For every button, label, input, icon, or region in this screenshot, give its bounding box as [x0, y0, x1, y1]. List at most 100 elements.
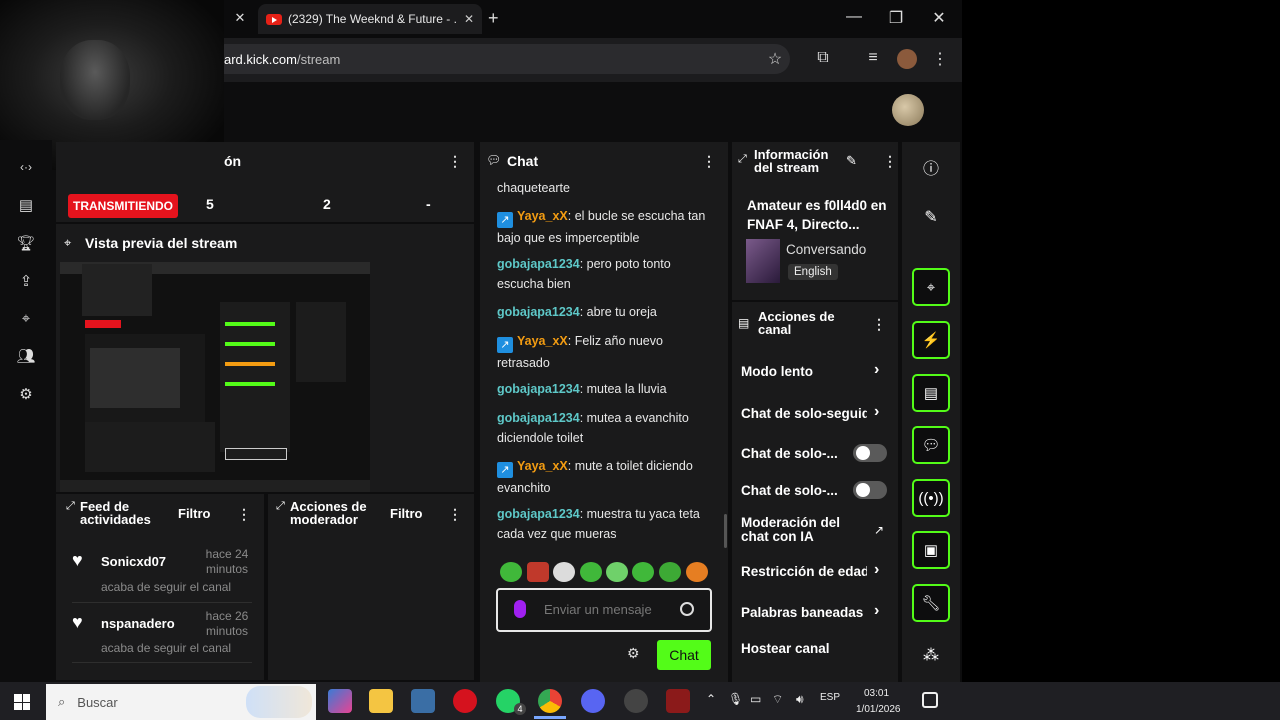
trophy-icon[interactable]: 🏆︎ — [14, 234, 38, 258]
user-avatar[interactable] — [892, 94, 924, 126]
send-chat-button[interactable]: Chat — [657, 640, 711, 670]
info-icon[interactable]: ⓘ — [918, 155, 944, 181]
edit-icon[interactable]: ✎ — [918, 207, 944, 233]
analytics-icon[interactable]: ▤ — [14, 196, 38, 220]
game-icon[interactable] — [666, 689, 690, 713]
quick-actions-icon[interactable]: ⚡ — [912, 321, 950, 359]
chat-username[interactable]: gobajapa1234 — [497, 257, 580, 271]
wifi-icon[interactable]: ⌔ — [772, 692, 783, 707]
mic-tray-icon[interactable]: 🎙︎ — [728, 692, 743, 706]
store-icon[interactable] — [411, 689, 435, 713]
obs-icon[interactable] — [624, 689, 648, 713]
browser-menu-icon[interactable]: ⋮ — [930, 49, 950, 69]
drag-handle-icon[interactable]: ⤢ — [738, 153, 747, 166]
microphone-icon[interactable] — [514, 600, 526, 618]
chat-username[interactable]: gobajapa1234 — [497, 305, 580, 319]
stream-info-menu-icon[interactable]: ⋮ — [883, 153, 897, 170]
upload-icon[interactable]: ⇪ — [14, 272, 38, 296]
mod-menu-icon[interactable]: ⋮ — [448, 506, 462, 523]
emote[interactable] — [580, 562, 602, 582]
tools-icon[interactable]: 🔧︎ — [912, 584, 950, 622]
clock-time[interactable]: 03:01 — [864, 688, 889, 699]
subs-only-toggle[interactable] — [853, 444, 887, 462]
mod-filter-button[interactable]: Filtro — [390, 506, 423, 521]
bookmark-star-icon[interactable]: ☆ — [765, 49, 785, 69]
close-tab-icon[interactable]: ✕ — [464, 12, 474, 26]
settings-icon[interactable]: ⚙ — [14, 385, 38, 409]
chat-scrollbar[interactable] — [724, 514, 727, 548]
followers-only-row[interactable]: Chat de solo-seguid — [741, 406, 867, 421]
emote[interactable] — [686, 562, 708, 582]
emote[interactable] — [659, 562, 681, 582]
drag-handle-icon[interactable]: ⤢ — [66, 500, 75, 513]
more-widgets-icon[interactable]: ⁂ — [918, 645, 944, 671]
stream-icon[interactable]: ⌖ — [14, 310, 38, 334]
age-restriction-row[interactable]: Restricción de edad — [741, 564, 867, 579]
external-link-icon[interactable]: ↗ — [874, 523, 884, 537]
activity-menu-icon[interactable]: ⋮ — [237, 506, 251, 523]
emote[interactable] — [632, 562, 654, 582]
stream-preview[interactable] — [60, 262, 370, 492]
edit-icon[interactable]: ✎ — [846, 153, 857, 169]
notes-icon[interactable]: ▤ — [912, 374, 950, 412]
clock-date[interactable]: 1/01/2026 — [856, 704, 901, 715]
input-language[interactable]: ESP — [820, 692, 840, 703]
broadcast-icon[interactable]: ((•)) — [912, 479, 950, 517]
windows-start-icon[interactable] — [14, 694, 30, 710]
feed-user[interactable]: nspanadero — [101, 616, 175, 631]
restore-icon[interactable]: ❐ — [886, 8, 906, 28]
back-icon[interactable]: ‹·› — [14, 160, 38, 184]
stream-preview-toggle-icon[interactable]: ⌖ — [912, 268, 950, 306]
emote-only-toggle[interactable] — [853, 481, 887, 499]
emote[interactable] — [500, 562, 522, 582]
emote[interactable] — [527, 562, 549, 582]
extensions-icon[interactable]: ⧉ — [813, 49, 833, 69]
emote[interactable] — [553, 562, 575, 582]
host-channel-row[interactable]: Hostear canal — [741, 641, 891, 656]
chat-menu-icon[interactable]: ⋮ — [702, 153, 716, 170]
community-icon[interactable]: 👥︎ — [14, 347, 38, 371]
slow-mode-row[interactable]: Modo lento — [741, 364, 891, 379]
close-tab-icon[interactable]: ✕ — [232, 10, 248, 26]
channel-actions-menu-icon[interactable]: ⋮ — [872, 316, 886, 333]
emote[interactable] — [606, 562, 628, 582]
url-field[interactable]: ard.kick.com/stream — [210, 44, 790, 74]
chevron-right-icon[interactable]: › — [874, 403, 879, 421]
chat-username[interactable]: gobajapa1234 — [497, 382, 580, 396]
tray-app-icon[interactable]: ▭ — [750, 692, 761, 706]
chevron-right-icon[interactable]: › — [874, 561, 879, 579]
banned-words-row[interactable]: Palabras baneadas — [741, 605, 891, 620]
media-queue-icon[interactable]: ≡ — [863, 49, 883, 69]
chat-username[interactable]: Yaya_xX — [517, 334, 568, 348]
category-name[interactable]: Conversando — [786, 242, 866, 257]
chrome-icon[interactable] — [538, 689, 562, 713]
emoji-icon[interactable] — [680, 602, 694, 616]
chat-username[interactable]: Yaya_xX — [517, 459, 568, 473]
drag-handle-icon[interactable]: ⤢ — [276, 500, 285, 513]
copilot-icon[interactable] — [328, 689, 352, 713]
chat-username[interactable]: gobajapa1234 — [497, 507, 580, 521]
notifications-icon[interactable] — [922, 692, 938, 708]
chat-username[interactable]: Yaya_xX — [517, 209, 568, 223]
chevron-right-icon[interactable]: › — [874, 602, 879, 620]
browser-tab[interactable]: (2329) The Weeknd & Future - ... ✕ — [258, 4, 482, 34]
tray-chevron-icon[interactable]: ⌃ — [706, 692, 716, 706]
ai-moderation-row[interactable]: Moderación del chat con IA — [741, 516, 851, 544]
chevron-right-icon[interactable]: › — [874, 361, 879, 379]
session-menu-icon[interactable]: ⋮ — [448, 153, 462, 170]
category-thumbnail[interactable] — [746, 239, 780, 283]
chat-input-placeholder[interactable]: Enviar un mensaje — [544, 602, 652, 617]
chat-toggle-icon[interactable]: 💬︎ — [912, 426, 950, 464]
chat-username[interactable]: gobajapa1234 — [497, 411, 580, 425]
layout-icon[interactable]: ▣ — [912, 531, 950, 569]
new-tab-icon[interactable]: + — [488, 8, 499, 29]
profile-avatar[interactable] — [897, 49, 917, 69]
file-explorer-icon[interactable] — [369, 689, 393, 713]
close-window-icon[interactable]: ✕ — [929, 8, 949, 28]
feed-user[interactable]: Sonicxd07 — [101, 554, 166, 569]
volume-icon[interactable]: 🔊︎ — [796, 692, 804, 707]
chat-settings-icon[interactable]: ⚙ — [627, 645, 640, 662]
discord-icon[interactable] — [581, 689, 605, 713]
activity-filter-button[interactable]: Filtro — [178, 506, 211, 521]
minimize-icon[interactable]: — — [844, 8, 864, 26]
